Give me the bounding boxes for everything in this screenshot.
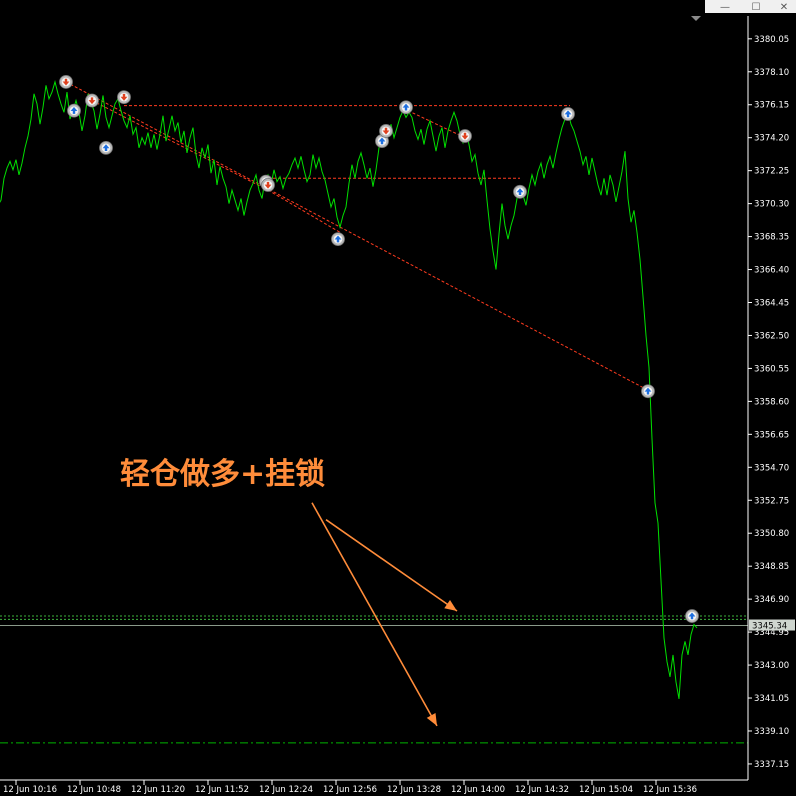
trade-marker-buy-10 bbox=[399, 100, 413, 115]
x-tick-label-6: 12 Jun 13:28 bbox=[387, 785, 441, 795]
y-tick-label-22: 3337.15 bbox=[754, 760, 789, 770]
y-tick-label-10: 3360.55 bbox=[754, 364, 789, 374]
trade-marker-sell-11 bbox=[458, 129, 472, 143]
close-icon[interactable]: ✕ bbox=[780, 2, 788, 13]
y-tick-label-14: 3352.75 bbox=[754, 496, 789, 506]
y-tick-label-0: 3380.05 bbox=[754, 35, 789, 45]
y-tick-label-4: 3372.25 bbox=[754, 167, 789, 177]
trade-marker-sell-6 bbox=[261, 178, 275, 192]
x-tick-label-0: 12 Jun 10:16 bbox=[3, 785, 57, 795]
x-tick-label-5: 12 Jun 12:56 bbox=[323, 785, 377, 795]
y-tick-label-11: 3358.60 bbox=[754, 397, 789, 407]
trade-marker-buy-15 bbox=[685, 609, 699, 623]
trade-marker-sell-4 bbox=[117, 90, 131, 105]
y-tick-label-9: 3362.50 bbox=[754, 331, 789, 341]
x-tick-label-9: 12 Jun 15:04 bbox=[579, 785, 633, 795]
y-tick-label-12: 3356.65 bbox=[754, 430, 789, 440]
y-tick-label-7: 3366.40 bbox=[754, 266, 789, 276]
trade-marker-buy-14 bbox=[641, 384, 655, 399]
minimize-icon[interactable]: — bbox=[720, 2, 730, 13]
trade-marker-buy-7 bbox=[331, 232, 345, 247]
trade-marker-sell-2 bbox=[85, 93, 99, 108]
y-tick-label-5: 3370.30 bbox=[754, 200, 789, 210]
price-chart[interactable]: — ☐ ✕ 3380.05 3378.10 3376.15 3374.20 3372.2… bbox=[0, 0, 796, 796]
current-price-tag: 3345.34 bbox=[749, 619, 795, 632]
trade-marker-sell-9 bbox=[379, 124, 393, 138]
current-price-label: 3345.34 bbox=[752, 622, 787, 632]
annotation-text: 轻仓做多+挂锁 bbox=[120, 457, 325, 492]
x-tick-label-7: 12 Jun 14:00 bbox=[451, 785, 505, 795]
y-tick-label-17: 3346.90 bbox=[754, 595, 789, 605]
x-tick-label-8: 12 Jun 14:32 bbox=[515, 785, 569, 795]
trade-marker-buy-12 bbox=[513, 184, 527, 199]
trade-marker-buy-13 bbox=[561, 107, 575, 121]
x-tick-label-2: 12 Jun 11:20 bbox=[131, 785, 185, 795]
y-tick-label-15: 3350.80 bbox=[754, 529, 789, 539]
trade-marker-sell-0 bbox=[59, 75, 73, 89]
x-tick-label-3: 12 Jun 11:52 bbox=[195, 785, 249, 795]
y-tick-label-1: 3378.10 bbox=[754, 68, 789, 78]
y-tick-label-6: 3368.35 bbox=[754, 233, 789, 243]
trade-marker-buy-1 bbox=[67, 103, 81, 118]
y-tick-label-2: 3376.15 bbox=[754, 101, 789, 111]
y-tick-label-21: 3339.10 bbox=[754, 727, 789, 737]
maximize-icon[interactable]: ☐ bbox=[752, 2, 761, 13]
y-tick-label-19: 3343.00 bbox=[754, 661, 789, 671]
y-tick-label-16: 3348.85 bbox=[754, 562, 789, 572]
x-tick-label-4: 12 Jun 12:24 bbox=[259, 785, 313, 795]
x-tick-label-1: 12 Jun 10:48 bbox=[67, 785, 121, 795]
chart-background bbox=[0, 0, 796, 796]
trade-marker-buy-3 bbox=[99, 140, 113, 155]
y-tick-label-13: 3354.70 bbox=[754, 463, 789, 473]
y-tick-label-3: 3374.20 bbox=[754, 134, 789, 144]
x-tick-label-10: 12 Jun 15:36 bbox=[643, 785, 697, 795]
y-tick-label-20: 3341.05 bbox=[754, 694, 789, 704]
y-tick-label-8: 3364.45 bbox=[754, 299, 789, 309]
window-controls: — ☐ ✕ bbox=[705, 0, 796, 13]
